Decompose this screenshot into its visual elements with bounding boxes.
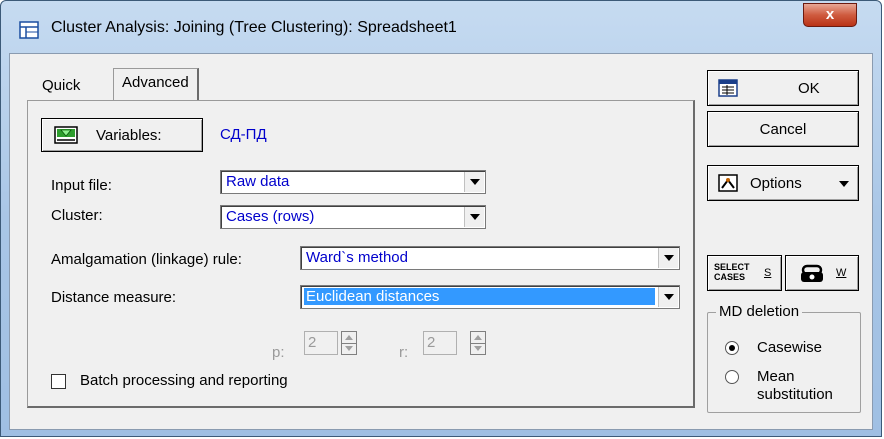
app-icon (19, 21, 39, 39)
ok-button[interactable]: OK (707, 70, 859, 106)
weight-button[interactable]: W (785, 255, 859, 291)
select-cases-bottom-text: CASES (714, 272, 746, 282)
distance-label: Distance measure: (51, 289, 177, 306)
p-input[interactable]: 2 (304, 331, 338, 355)
select-cases-top-text: SELECT (714, 262, 750, 272)
p-label: p: (272, 344, 285, 361)
tab-quick[interactable]: Quick (34, 72, 88, 102)
distance-value: Euclidean distances (304, 288, 655, 305)
options-label: Options (750, 175, 802, 192)
input-file-label: Input file: (51, 177, 112, 194)
r-label: r: (399, 344, 409, 361)
p-stepper[interactable] (341, 331, 357, 355)
chevron-down-icon (839, 181, 849, 187)
batch-checkbox[interactable] (51, 374, 66, 389)
tab-advanced-label: Advanced (122, 74, 189, 91)
chevron-down-icon[interactable] (658, 287, 678, 307)
mean-substitution-label-line1[interactable]: Mean (757, 368, 795, 385)
chevron-down-icon[interactable] (658, 248, 678, 268)
input-file-select[interactable]: Raw data (220, 170, 486, 194)
batch-label[interactable]: Batch processing and reporting (80, 372, 288, 389)
select-cases-button[interactable]: SELECT CASES S (707, 255, 782, 291)
cluster-label: Cluster: (51, 207, 103, 224)
cancel-label: Cancel (759, 121, 807, 138)
amalgamation-label: Amalgamation (linkage) rule: (51, 251, 242, 268)
chevron-down-icon[interactable] (464, 172, 484, 192)
tab-quick-label: Quick (42, 77, 81, 94)
distance-select[interactable]: Euclidean distances (300, 285, 680, 309)
variables-value: СД-ПД (220, 126, 267, 143)
select-cases-key: S (764, 267, 772, 279)
ok-icon (718, 79, 738, 97)
variables-icon (54, 126, 78, 144)
mean-substitution-label-line2[interactable]: substitution (757, 386, 833, 403)
amalgamation-value: Ward`s method (306, 249, 408, 266)
md-deletion-legend: MD deletion (716, 303, 803, 320)
weight-icon (801, 264, 823, 282)
title-bar[interactable]: Cluster Analysis: Joining (Tree Clusteri… (1, 1, 881, 53)
cancel-button[interactable]: Cancel (707, 111, 859, 147)
cluster-value: Cases (rows) (226, 208, 315, 225)
variables-button[interactable]: Variables: (41, 118, 203, 152)
mean-substitution-radio[interactable] (725, 370, 739, 384)
close-button[interactable]: x (803, 3, 857, 27)
cluster-select[interactable]: Cases (rows) (220, 205, 486, 229)
amalgamation-select[interactable]: Ward`s method (300, 246, 680, 270)
options-button[interactable]: Options (707, 165, 859, 201)
chevron-down-icon[interactable] (464, 207, 484, 227)
r-input[interactable]: 2 (423, 331, 457, 355)
r-stepper[interactable] (470, 331, 486, 355)
window-title: Cluster Analysis: Joining (Tree Clusteri… (51, 19, 457, 36)
input-file-value: Raw data (226, 173, 290, 190)
tab-advanced[interactable]: Advanced (113, 68, 199, 101)
close-icon: x (825, 6, 835, 23)
select-cases-icon: SELECT CASES (714, 262, 750, 282)
variables-button-label: Variables: (96, 127, 162, 144)
weight-key: W (836, 267, 847, 279)
ok-label: OK (798, 80, 820, 97)
options-icon (718, 174, 738, 192)
casewise-radio[interactable] (725, 341, 739, 355)
casewise-label[interactable]: Casewise (757, 339, 822, 356)
